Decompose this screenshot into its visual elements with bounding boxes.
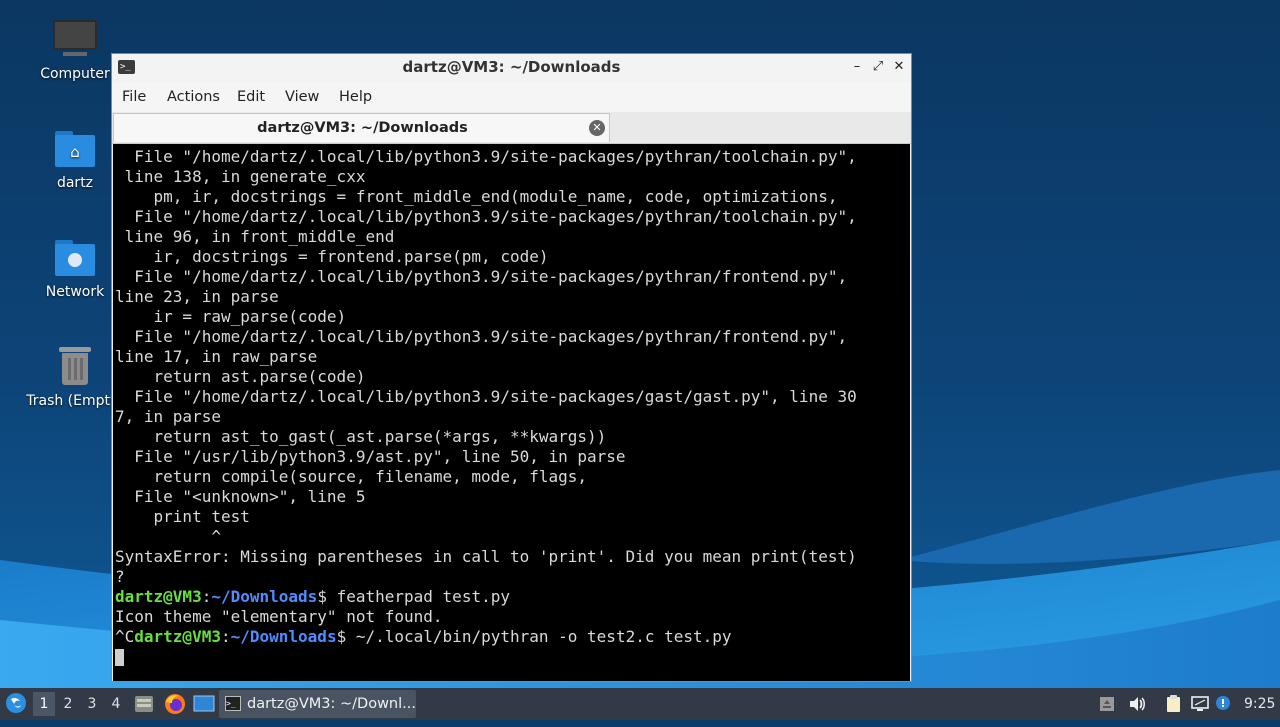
computer-icon <box>53 18 97 62</box>
window-titlebar[interactable]: >_ dartz@VM3: ~/Downloads – ⤢ ✕ <box>112 54 911 81</box>
home-folder-icon: ⌂ <box>53 127 97 171</box>
terminal-line: SyntaxError: Missing parentheses in call… <box>115 547 857 566</box>
terminal-line: line 17, in raw_parse <box>115 347 318 366</box>
show-desktop-button[interactable] <box>193 694 215 714</box>
terminal-line: pm, ir, docstrings = front_middle_end(mo… <box>115 187 838 206</box>
terminal-line: ir = raw_parse(code) <box>115 307 347 326</box>
package-icon <box>1100 697 1114 711</box>
file-manager-icon <box>135 696 153 712</box>
terminal-line: return compile(source, filename, mode, f… <box>115 467 588 486</box>
terminal-line: File "<unknown>", line 5 <box>115 487 366 506</box>
prompt-path: ~/Downloads <box>230 627 337 646</box>
terminal-line: File "/home/dartz/.local/lib/python3.9/s… <box>115 207 857 226</box>
prompt-dollar: $ <box>336 627 347 646</box>
terminal-icon: >_ <box>225 696 241 711</box>
terminal-line: ^ <box>115 527 221 546</box>
terminal-window[interactable]: >_ dartz@VM3: ~/Downloads – ⤢ ✕ File Act… <box>111 53 912 682</box>
workspace-3[interactable]: 3 <box>81 692 103 716</box>
desktop-icon <box>193 695 215 712</box>
trash-icon <box>53 345 97 389</box>
prompt-colon: : <box>201 587 212 606</box>
prompt-user: dartz@VM3 <box>115 587 202 606</box>
terminal-line: File "/home/dartz/.local/lib/python3.9/s… <box>115 267 848 286</box>
maximize-button[interactable]: ⤢ <box>869 58 887 76</box>
taskbar: 1 2 3 4 >_ dartz@VM3: ~/Downl... 9:25 <box>0 688 1280 720</box>
terminal-line: line 23, in parse <box>115 287 279 306</box>
cursor-line <box>115 647 857 667</box>
menu-edit[interactable]: Edit <box>237 82 265 112</box>
minimize-button[interactable]: – <box>848 58 866 76</box>
taskbar-window-terminal[interactable]: >_ dartz@VM3: ~/Downl... <box>219 690 416 718</box>
network-icon <box>1191 696 1209 711</box>
tab-close-icon[interactable]: ✕ <box>589 120 605 136</box>
menu-bar: File Actions Edit View Help <box>112 82 911 112</box>
taskbar-window-label: dartz@VM3: ~/Downl... <box>247 696 416 712</box>
start-menu-button[interactable] <box>5 692 29 716</box>
menu-actions[interactable]: Actions <box>167 82 220 112</box>
prompt-user: dartz@VM3 <box>134 627 221 646</box>
firefox-launcher[interactable] <box>164 693 186 715</box>
terminal-output[interactable]: File "/home/dartz/.local/lib/python3.9/s… <box>113 144 910 681</box>
terminal-line: File "/home/dartz/.local/lib/python3.9/s… <box>115 387 857 406</box>
tray-clipboard[interactable] <box>1163 694 1183 714</box>
tab-bar: dartz@VM3: ~/Downloads ✕ <box>112 112 911 144</box>
text-cursor <box>115 649 124 666</box>
workspace-1[interactable]: 1 <box>33 692 55 716</box>
prompt-colon: : <box>220 627 231 646</box>
terminal-line: File "/usr/lib/python3.9/ast.py", line 5… <box>115 447 626 466</box>
interrupt-text: ^C <box>115 627 135 646</box>
tray-network[interactable] <box>1190 694 1210 714</box>
terminal-line: return ast.parse(code) <box>115 367 366 386</box>
tab-label: dartz@VM3: ~/Downloads <box>257 120 468 136</box>
command-text: ~/.local/bin/pythran -o test2.c test.py <box>346 627 732 646</box>
menu-help[interactable]: Help <box>339 82 372 112</box>
app-menu-icon <box>6 693 26 713</box>
terminal-line: return ast_to_gast(_ast.parse(*args, **k… <box>115 427 607 446</box>
terminal-line: print test <box>115 507 250 526</box>
command-text: featherpad test.py <box>326 587 510 606</box>
network-folder-icon <box>53 236 97 280</box>
tab-terminal[interactable]: dartz@VM3: ~/Downloads ✕ <box>113 113 610 142</box>
terminal-line: ? <box>115 567 125 586</box>
prompt-line: dartz@VM3:~/Downloads$ featherpad test.p… <box>115 587 857 607</box>
volume-icon <box>1130 697 1145 711</box>
terminal-line: line 96, in front_middle_end <box>115 227 395 246</box>
terminal-line: File "/home/dartz/.local/lib/python3.9/s… <box>115 327 848 346</box>
terminal-line: Icon theme "elementary" not found. <box>115 607 443 626</box>
notification-icon <box>1216 696 1230 710</box>
tray-updates[interactable] <box>1097 694 1117 714</box>
prompt-dollar: $ <box>317 587 327 606</box>
menu-file[interactable]: File <box>122 82 146 112</box>
terminal-line: line 138, in generate_cxx <box>115 167 366 186</box>
terminal-line: File "/home/dartz/.local/lib/python3.9/s… <box>115 147 857 166</box>
firefox-icon <box>165 694 185 714</box>
workspace-4[interactable]: 4 <box>105 692 127 716</box>
terminal-line: 7, in parse <box>115 407 221 426</box>
clock[interactable]: 9:25 <box>1244 688 1275 720</box>
prompt-path: ~/Downloads <box>211 587 318 606</box>
clipboard-icon <box>1167 695 1180 712</box>
close-button[interactable]: ✕ <box>890 58 908 76</box>
tray-volume[interactable] <box>1127 694 1147 714</box>
tray-notifications[interactable] <box>1214 694 1234 714</box>
workspace-2[interactable]: 2 <box>57 692 79 716</box>
window-title: dartz@VM3: ~/Downloads <box>402 58 621 76</box>
terminal-line: ir, docstrings = frontend.parse(pm, code… <box>115 247 549 266</box>
prompt-line: ^Cdartz@VM3:~/Downloads$ ~/.local/bin/py… <box>115 627 857 647</box>
menu-view[interactable]: View <box>285 82 319 112</box>
file-manager-launcher[interactable] <box>134 694 154 714</box>
